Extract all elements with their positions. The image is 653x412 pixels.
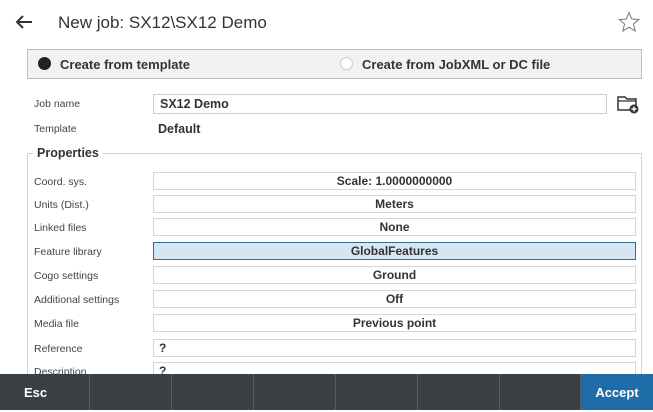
linked-files-label: Linked files (34, 222, 87, 234)
radio-create-from-jobxml[interactable] (340, 57, 353, 70)
additional-settings-label: Additional settings (34, 294, 120, 306)
additional-settings-button[interactable]: Off (153, 290, 636, 308)
softkey-3[interactable] (172, 374, 254, 410)
properties-heading: Properties (33, 146, 103, 160)
title-bar: New job: SX12\SX12 Demo (0, 0, 653, 48)
softkey-5[interactable] (336, 374, 418, 410)
template-value: Default (158, 122, 201, 136)
media-file-button[interactable]: Previous point (153, 314, 636, 332)
radio-label-jobxml[interactable]: Create from JobXML or DC file (362, 57, 550, 72)
linked-files-button[interactable]: None (153, 218, 636, 236)
softkey-2[interactable] (90, 374, 172, 410)
folder-add-icon[interactable] (616, 93, 640, 115)
radio-create-from-template[interactable] (38, 57, 51, 70)
softkey-4[interactable] (254, 374, 336, 410)
create-mode-group: Create from template Create from JobXML … (27, 49, 642, 79)
star-icon[interactable] (617, 10, 641, 34)
page-title: New job: SX12\SX12 Demo (58, 13, 267, 32)
job-name-input[interactable]: SX12 Demo (153, 94, 607, 114)
softkey-bar: Esc Accept (0, 374, 653, 410)
units-button[interactable]: Meters (153, 195, 636, 213)
job-name-label: Job name (34, 98, 81, 110)
accept-button[interactable]: Accept (581, 374, 653, 410)
coord-sys-button[interactable]: Scale: 1.0000000000 (153, 172, 636, 190)
radio-label-template[interactable]: Create from template (60, 57, 190, 72)
back-arrow-icon[interactable] (12, 10, 36, 34)
reference-label: Reference (34, 343, 83, 355)
cogo-settings-label: Cogo settings (34, 270, 99, 282)
cogo-settings-button[interactable]: Ground (153, 266, 636, 284)
softkey-7[interactable] (500, 374, 581, 410)
coord-sys-label: Coord. sys. (34, 176, 88, 188)
template-label: Template (34, 123, 77, 135)
reference-input[interactable]: ? (153, 339, 636, 357)
media-file-label: Media file (34, 318, 79, 330)
units-label: Units (Dist.) (34, 199, 89, 211)
feature-library-label: Feature library (34, 246, 102, 258)
esc-button[interactable]: Esc (0, 374, 90, 410)
feature-library-button[interactable]: GlobalFeatures (153, 242, 636, 260)
softkey-6[interactable] (418, 374, 500, 410)
